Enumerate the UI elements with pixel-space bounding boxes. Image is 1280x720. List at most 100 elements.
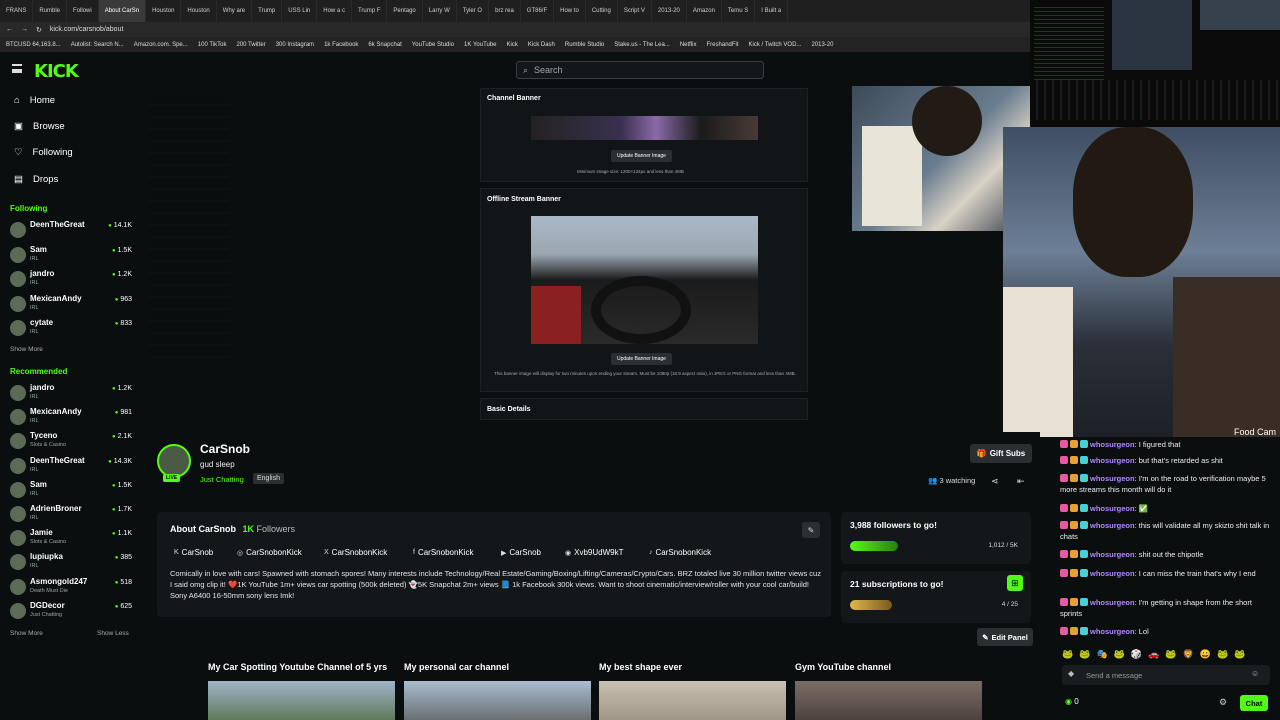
browser-tab[interactable]: Trump bbox=[252, 0, 283, 22]
social-link[interactable]: ▶ CarSnob bbox=[501, 548, 541, 557]
social-link[interactable]: ◉ Xvb9UdW9kT bbox=[565, 548, 623, 557]
sidebar-channel-item[interactable]: DeenTheGreatIRL 14.3K bbox=[10, 456, 134, 478]
bookmark-item[interactable]: 100 TikTok bbox=[198, 42, 227, 48]
bookmark-item[interactable]: Kick bbox=[507, 42, 518, 48]
chat-input[interactable]: Send a message bbox=[1062, 665, 1270, 685]
stream-category[interactable]: Just Chatting bbox=[200, 475, 244, 484]
browser-tab[interactable]: Amazon bbox=[687, 0, 722, 22]
chat-username[interactable]: whosurgeon bbox=[1090, 521, 1135, 530]
bookmark-item[interactable]: 200 Twitter bbox=[236, 42, 265, 48]
reload-icon[interactable]: ↻ bbox=[36, 26, 42, 34]
social-link[interactable]: f CarSnobonKick bbox=[413, 548, 474, 557]
browser-tab[interactable]: Pentago bbox=[387, 0, 423, 22]
emoji-icon[interactable]: ☺ bbox=[1251, 669, 1259, 678]
bookmark-item[interactable]: 1K YouTube bbox=[464, 42, 496, 48]
chat-username[interactable]: whosurgeon bbox=[1090, 456, 1135, 465]
sidebar-channel-item[interactable]: SamIRL 1.5K bbox=[10, 480, 134, 502]
browser-tab[interactable]: About CarSn bbox=[98, 0, 147, 22]
bookmark-item[interactable]: Kick Dash bbox=[528, 42, 555, 48]
sidebar-channel-item[interactable]: SamIRL 1.5K bbox=[10, 245, 134, 267]
bookmark-item[interactable]: FreshandFit bbox=[707, 42, 739, 48]
nav-home[interactable]: ⌂ Home bbox=[14, 95, 55, 106]
chat-username[interactable]: whosurgeon bbox=[1090, 627, 1135, 636]
channel-avatar[interactable] bbox=[157, 444, 191, 478]
bookmark-item[interactable]: Autolist: Search N... bbox=[71, 42, 124, 48]
browser-tab[interactable]: How a c bbox=[317, 0, 352, 22]
chat-username[interactable]: whosurgeon bbox=[1090, 598, 1135, 607]
panel-image[interactable] bbox=[795, 681, 982, 720]
bookmark-item[interactable]: 300 Instagram bbox=[276, 42, 314, 48]
social-link[interactable]: ♪ CarSnobonKick bbox=[649, 548, 711, 557]
bookmark-item[interactable]: 2013-20 bbox=[811, 42, 833, 48]
following-show-more[interactable]: Show More bbox=[10, 346, 43, 353]
browser-tab[interactable]: Larry W bbox=[423, 0, 457, 22]
browser-tab[interactable]: Why are bbox=[217, 0, 253, 22]
nav-following[interactable]: ♡ Following bbox=[14, 147, 73, 158]
browser-tab[interactable]: 2013-20 bbox=[652, 0, 687, 22]
chat-username[interactable]: whosurgeon bbox=[1090, 504, 1135, 513]
browser-tab[interactable]: USS Lin bbox=[282, 0, 318, 22]
url-text[interactable]: kick.com/carsnob/about bbox=[50, 26, 124, 33]
share-icon[interactable]: ⋖ bbox=[991, 476, 999, 487]
bookmark-item[interactable]: Stake.us - The Lea... bbox=[614, 42, 670, 48]
browser-tab[interactable]: How to bbox=[554, 0, 586, 22]
update-offline-banner-button[interactable]: Update Banner Image bbox=[611, 353, 672, 365]
sidebar-channel-item[interactable]: Asmongold247Death Must Die 518 bbox=[10, 577, 134, 599]
sidebar-channel-item[interactable]: DeenTheGreat 14.1K bbox=[10, 220, 134, 242]
sidebar-channel-item[interactable]: lupiupkaIRL 385 bbox=[10, 552, 134, 574]
sidebar-channel-item[interactable]: MexicanAndyIRL 981 bbox=[10, 407, 134, 429]
gift-goal-icon[interactable]: ⊞ bbox=[1007, 575, 1023, 591]
browser-tab[interactable]: FRANS bbox=[0, 0, 34, 22]
sidebar-channel-item[interactable]: jandro IRL 1.2K bbox=[10, 383, 134, 405]
sidebar-channel-item[interactable]: MexicanAndyIRL 963 bbox=[10, 294, 134, 316]
sidebar-channel-item[interactable]: cytate IRL 833 bbox=[10, 318, 134, 340]
sidebar-channel-item[interactable]: jandro IRL 1.2K bbox=[10, 269, 134, 291]
bookmark-item[interactable]: 6k Snapchat bbox=[368, 42, 401, 48]
browser-tab[interactable]: Script V bbox=[618, 0, 652, 22]
bookmark-item[interactable]: Amazon.com. Spe... bbox=[134, 42, 188, 48]
browser-tab[interactable]: Houston bbox=[181, 0, 217, 22]
forward-icon[interactable]: → bbox=[21, 26, 28, 33]
gift-subs-button[interactable]: 🎁 Gift Subs bbox=[970, 444, 1032, 463]
bookmark-item[interactable]: Kick / Twitch VOD... bbox=[749, 42, 802, 48]
browser-tab[interactable]: Houston bbox=[146, 0, 182, 22]
browser-tab[interactable]: brz rea bbox=[489, 0, 521, 22]
browser-tab[interactable]: Trump F bbox=[352, 0, 388, 22]
edit-about-icon[interactable]: ✎ bbox=[802, 522, 820, 538]
sidebar-channel-item[interactable]: TycenoSlots & Casino 2.1K bbox=[10, 431, 134, 453]
panel-image[interactable] bbox=[404, 681, 591, 720]
bookmark-item[interactable]: Rumble Studio bbox=[565, 42, 604, 48]
social-link[interactable]: K CarSnob bbox=[174, 548, 213, 557]
browser-tab[interactable]: Temu S bbox=[722, 0, 756, 22]
kick-logo[interactable]: KICK bbox=[34, 61, 79, 82]
browser-tab[interactable]: Rumble bbox=[33, 0, 68, 22]
sidebar-channel-item[interactable]: AdrienBroner IRL 1.7K bbox=[10, 504, 134, 526]
browser-tab[interactable]: Tyler O bbox=[457, 0, 490, 22]
social-link[interactable]: X CarSnobonKick bbox=[324, 548, 387, 557]
browser-tab[interactable]: Followi bbox=[67, 0, 99, 22]
channel-points[interactable]: ◉ 0 bbox=[1065, 697, 1079, 706]
menu-icon[interactable] bbox=[12, 64, 22, 73]
chat-username[interactable]: whosurgeon bbox=[1090, 440, 1135, 449]
nav-browse[interactable]: ▣ Browse bbox=[14, 121, 65, 132]
browser-tab[interactable]: I Built a bbox=[755, 0, 789, 22]
bookmark-item[interactable]: YouTube Studio bbox=[412, 42, 454, 48]
chat-username[interactable]: whosurgeon bbox=[1090, 569, 1135, 578]
search-input[interactable]: ⌕ Search bbox=[516, 61, 764, 79]
browser-tab[interactable]: GT86/F bbox=[521, 0, 555, 22]
recommended-show-less[interactable]: Show Less bbox=[97, 630, 129, 637]
bookmark-item[interactable]: BTCUSD 64,163.8... bbox=[6, 42, 61, 48]
sidebar-channel-item[interactable]: DGDecorJust Chatting 625 bbox=[10, 601, 134, 623]
recommended-show-more[interactable]: Show More bbox=[10, 630, 43, 637]
panel-image[interactable] bbox=[599, 681, 786, 720]
bookmark-item[interactable]: 1k Facebook bbox=[324, 42, 358, 48]
nav-drops[interactable]: ▤ Drops bbox=[14, 174, 58, 185]
chat-settings-icon[interactable]: ⚙ bbox=[1219, 697, 1227, 708]
update-banner-button[interactable]: Update Banner Image bbox=[611, 150, 672, 162]
emote-bar[interactable]: 🐸 🐸 🎭 🐸 🎲 🚗 🐸 🦁 😀 🐸 🐸 bbox=[1062, 649, 1270, 661]
browser-tab[interactable]: Cutting bbox=[586, 0, 618, 22]
chat-send-button[interactable]: Chat bbox=[1240, 695, 1268, 711]
language-badge[interactable]: English bbox=[253, 473, 284, 484]
panel-image[interactable] bbox=[208, 681, 395, 720]
chat-username[interactable]: whosurgeon bbox=[1090, 550, 1135, 559]
